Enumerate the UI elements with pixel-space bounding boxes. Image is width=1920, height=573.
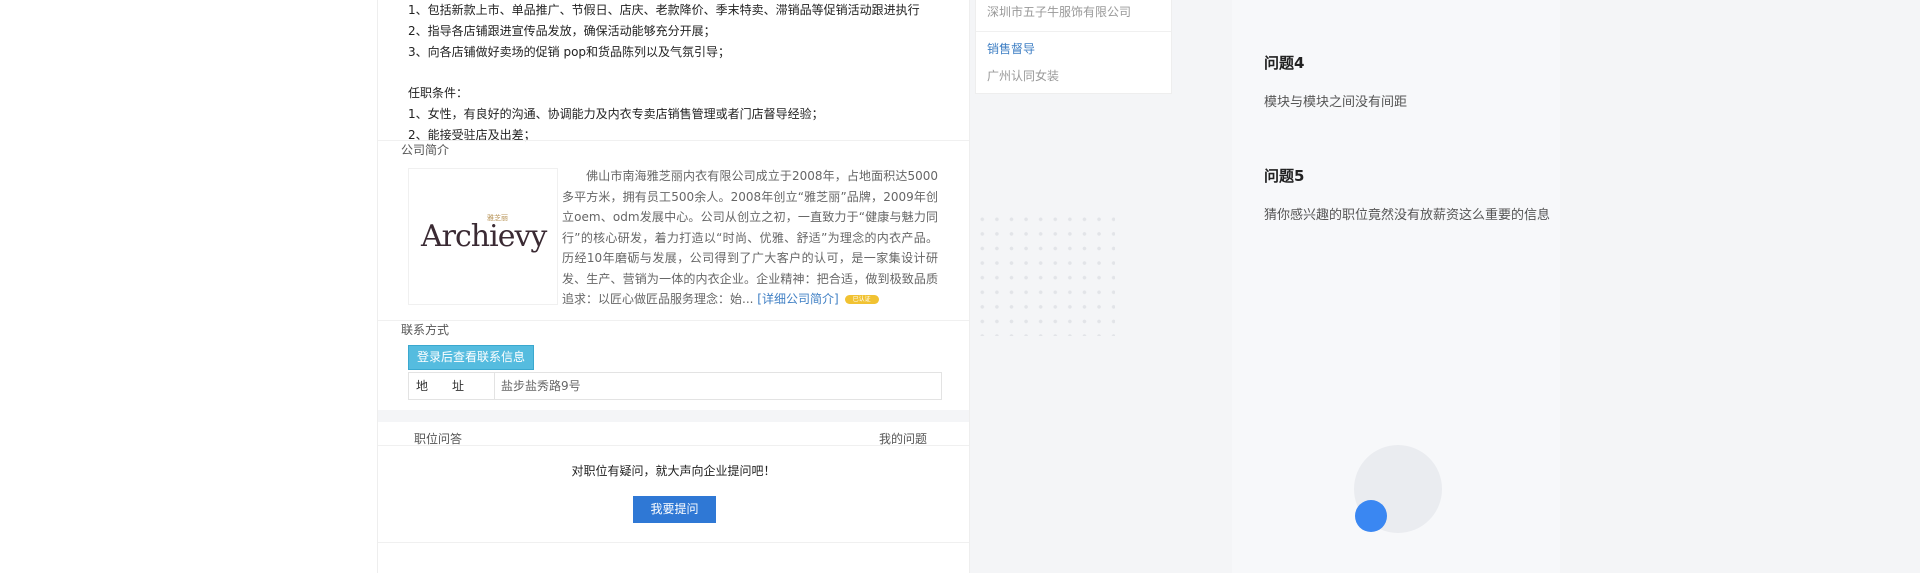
duty-item: 2、指导各店铺跟进宣传品发放，确保活动能够充分开展； [408, 24, 716, 38]
dot-pattern-decoration [975, 212, 1115, 336]
duty-item: 3、向各店铺做好卖场的促销 pop和货品陈列以及气氛引导； [408, 45, 731, 59]
recommended-job-link[interactable]: 销售督导 [987, 40, 1035, 57]
issue-text: 模块与模块之间没有间距 [1264, 95, 1408, 110]
left-background [0, 0, 377, 573]
address-value: 盐步盐秀路9号 [501, 379, 581, 393]
company-detail-link[interactable]: [详细公司简介] [757, 292, 838, 306]
ask-question-button[interactable]: 我要提问 [633, 496, 716, 523]
section-gap [378, 410, 969, 422]
recommended-company[interactable]: 广州认同女装 [987, 67, 1059, 84]
recommended-jobs-card: 深圳市五子牛服饰有限公司 销售督导 广州认同女装 [975, 0, 1172, 94]
address-label: 地址 [409, 373, 495, 399]
job-description: 1、包括新款上市、单品推广、节假日、店庆、老款降价、季末特卖、滞销品等促销活动跟… [408, 0, 968, 146]
login-view-contact-button[interactable]: 登录后查看联系信息 [408, 345, 534, 370]
requirement-item: 2、能接受驻店及出差； [408, 128, 536, 142]
company-logo: Archievy 雅芝丽 [408, 168, 558, 305]
issue-text: 猜你感兴趣的职位竟然没有放薪资这么重要的信息 [1264, 208, 1551, 223]
divider [378, 140, 969, 141]
decorative-dot [1355, 500, 1387, 532]
company-intro-title: 公司简介 [401, 143, 450, 157]
company-intro-text: 佛山市南海雅芝丽内衣有限公司成立于2008年，占地面积达5000多平方米，拥有员… [562, 169, 938, 306]
qa-prompt: 对职位有疑问，就大声向企业提问吧！ [571, 464, 776, 478]
issue-title: 问题4 [1264, 54, 1305, 72]
address-table: 地址 盐步盐秀路9号 [408, 372, 942, 400]
duty-item: 1、包括新款上市、单品推广、节假日、店庆、老款降价、季末特卖、滞销品等促销活动跟… [408, 3, 920, 17]
job-detail-card: 1、包括新款上市、单品推广、节假日、店庆、老款降价、季末特卖、滞销品等促销活动跟… [377, 0, 970, 573]
verified-badge: 已认证 [844, 295, 879, 304]
recommended-company[interactable]: 深圳市五子牛服饰有限公司 [987, 3, 1131, 20]
issue-title: 问题5 [1264, 167, 1305, 185]
divider [378, 542, 969, 543]
divider [976, 31, 1171, 32]
company-intro: 佛山市南海雅芝丽内衣有限公司成立于2008年，占地面积达5000多平方米，拥有员… [562, 166, 938, 310]
requirements-title: 任职条件： [408, 86, 469, 100]
logo-mark: 雅芝丽 [487, 214, 508, 222]
divider [378, 320, 969, 321]
page: 1、包括新款上市、单品推广、节假日、店庆、老款降价、季末特卖、滞销品等促销活动跟… [0, 0, 1920, 573]
divider [378, 445, 969, 446]
contact-title: 联系方式 [401, 323, 450, 337]
logo-text: Archievy [421, 219, 547, 254]
requirement-item: 1、女性，有良好的沟通、协调能力及内衣专卖店销售管理或者门店督导经验； [408, 107, 824, 121]
